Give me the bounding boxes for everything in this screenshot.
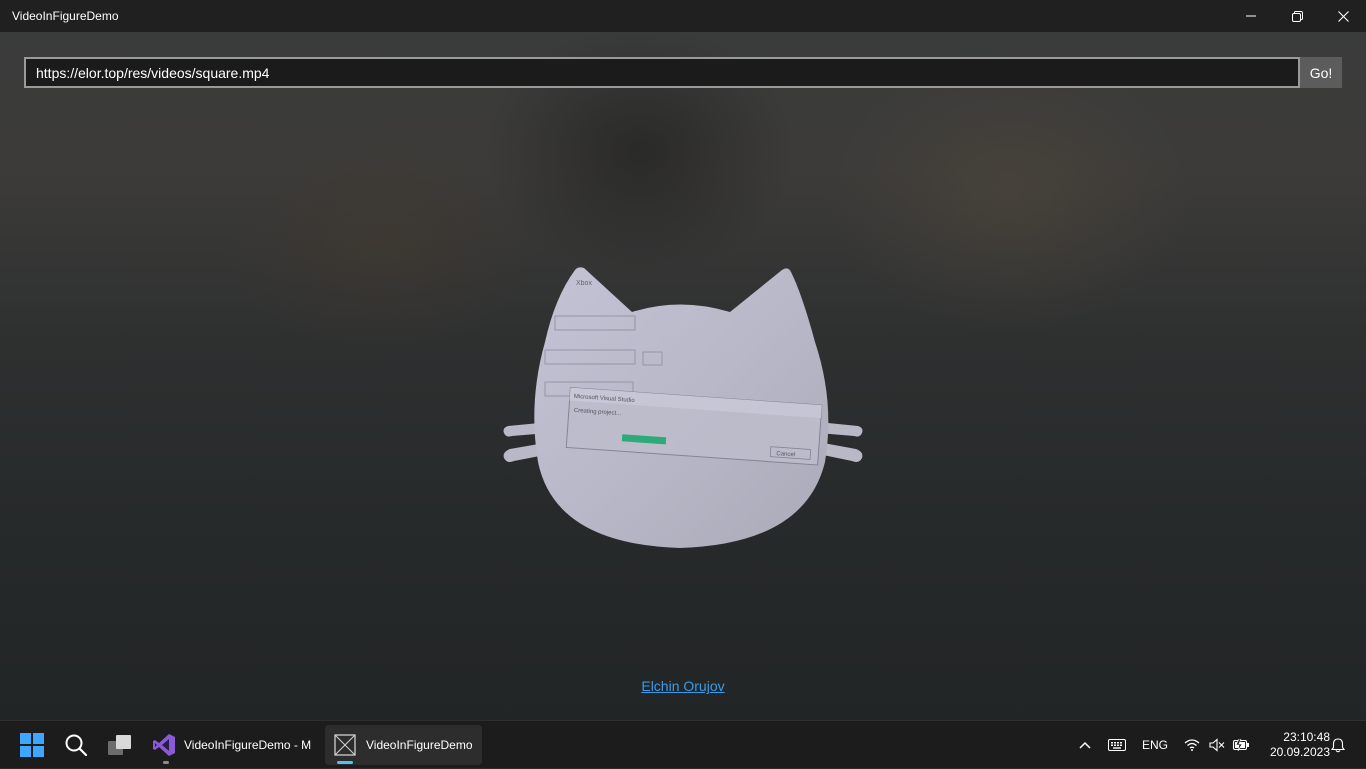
volume-button[interactable] <box>1207 721 1227 769</box>
url-bar: Go! <box>24 57 1342 88</box>
taskbar: VideoInFigureDemo - M VideoInFigureDemo … <box>0 720 1366 768</box>
window-controls <box>1228 0 1366 32</box>
visual-studio-icon <box>153 734 175 756</box>
clock[interactable]: 23:10:48 20.09.2023 <box>1258 721 1330 769</box>
windows-logo-icon <box>20 733 44 757</box>
window-title: VideoInFigureDemo <box>12 9 119 23</box>
url-input[interactable] <box>24 57 1300 88</box>
restore-button[interactable] <box>1274 0 1320 32</box>
minimize-icon <box>1246 15 1256 17</box>
main-content: Go! Xbox Mic <box>0 32 1366 720</box>
author-link[interactable]: Elchin Orujov <box>641 678 724 694</box>
clock-date: 20.09.2023 <box>1269 745 1330 759</box>
task-view-button[interactable] <box>100 725 140 765</box>
touch-keyboard-button[interactable] <box>1106 721 1128 769</box>
battery-button[interactable] <box>1231 721 1251 769</box>
active-indicator <box>337 761 353 764</box>
wifi-icon <box>1184 739 1200 751</box>
start-button[interactable] <box>12 725 52 765</box>
app-window-icon <box>334 734 356 756</box>
taskbar-app-label: VideoInFigureDemo <box>366 738 473 752</box>
title-bar: VideoInFigureDemo <box>0 0 1366 32</box>
input-language-indicator[interactable]: ENG <box>1138 721 1172 769</box>
minimize-button[interactable] <box>1228 0 1274 32</box>
clock-time: 23:10:48 <box>1283 730 1330 744</box>
taskbar-app-videoinfiguredemo[interactable]: VideoInFigureDemo <box>325 725 482 765</box>
search-button[interactable] <box>56 725 96 765</box>
search-icon <box>65 734 88 757</box>
chevron-up-icon <box>1079 741 1091 749</box>
running-indicator <box>163 761 169 764</box>
go-button[interactable]: Go! <box>1300 57 1342 88</box>
network-button[interactable] <box>1183 721 1201 769</box>
language-label: ENG <box>1141 738 1168 752</box>
show-hidden-icons-button[interactable] <box>1074 721 1096 769</box>
task-view-icon <box>108 735 131 755</box>
battery-charging-icon <box>1232 739 1249 751</box>
taskbar-app-visual-studio[interactable]: VideoInFigureDemo - M <box>146 725 320 765</box>
notifications-button[interactable] <box>1330 721 1346 769</box>
taskbar-app-label: VideoInFigureDemo - M <box>184 738 312 752</box>
bell-icon <box>1331 737 1345 752</box>
speaker-muted-icon <box>1209 738 1225 752</box>
restore-icon <box>1291 10 1303 22</box>
video-corner-label: Xbox <box>576 280 592 287</box>
close-icon <box>1337 10 1349 22</box>
cat-shaped-video: Xbox Microsoft Visual Studio Creating pr… <box>503 267 863 548</box>
close-button[interactable] <box>1320 0 1366 32</box>
keyboard-icon <box>1108 739 1126 751</box>
